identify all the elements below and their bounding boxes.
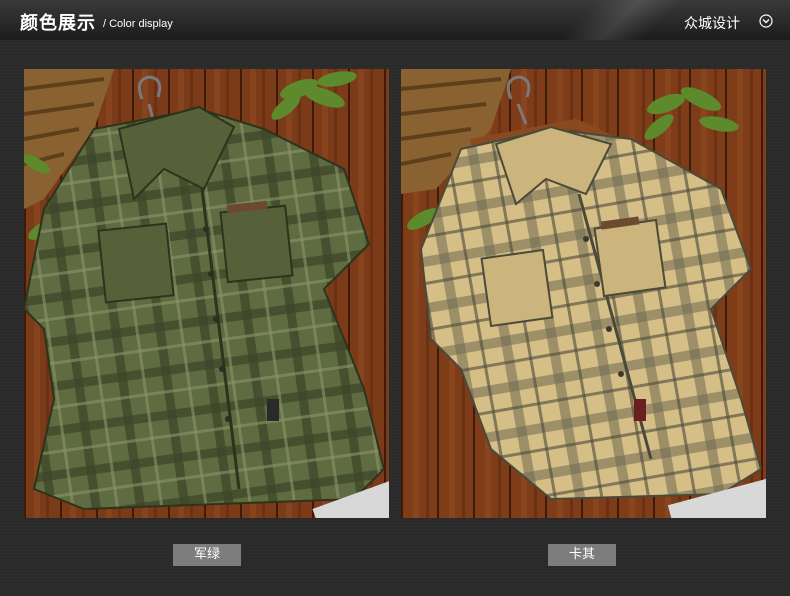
section-header: 颜色展示 / Color display 众城设计: [0, 0, 790, 40]
color-label-army-green[interactable]: 军绿: [173, 544, 241, 566]
header-shine: [540, 0, 700, 40]
section-subtitle: / Color display: [103, 18, 173, 30]
product-photo-army-green: [24, 69, 389, 518]
chevron-down-icon[interactable]: [759, 14, 773, 28]
section-title: 颜色展示: [20, 13, 96, 34]
product-photo-khaki: [401, 69, 766, 518]
color-label-khaki[interactable]: 卡其: [548, 544, 616, 566]
brand-name: 众城设计: [684, 16, 740, 32]
